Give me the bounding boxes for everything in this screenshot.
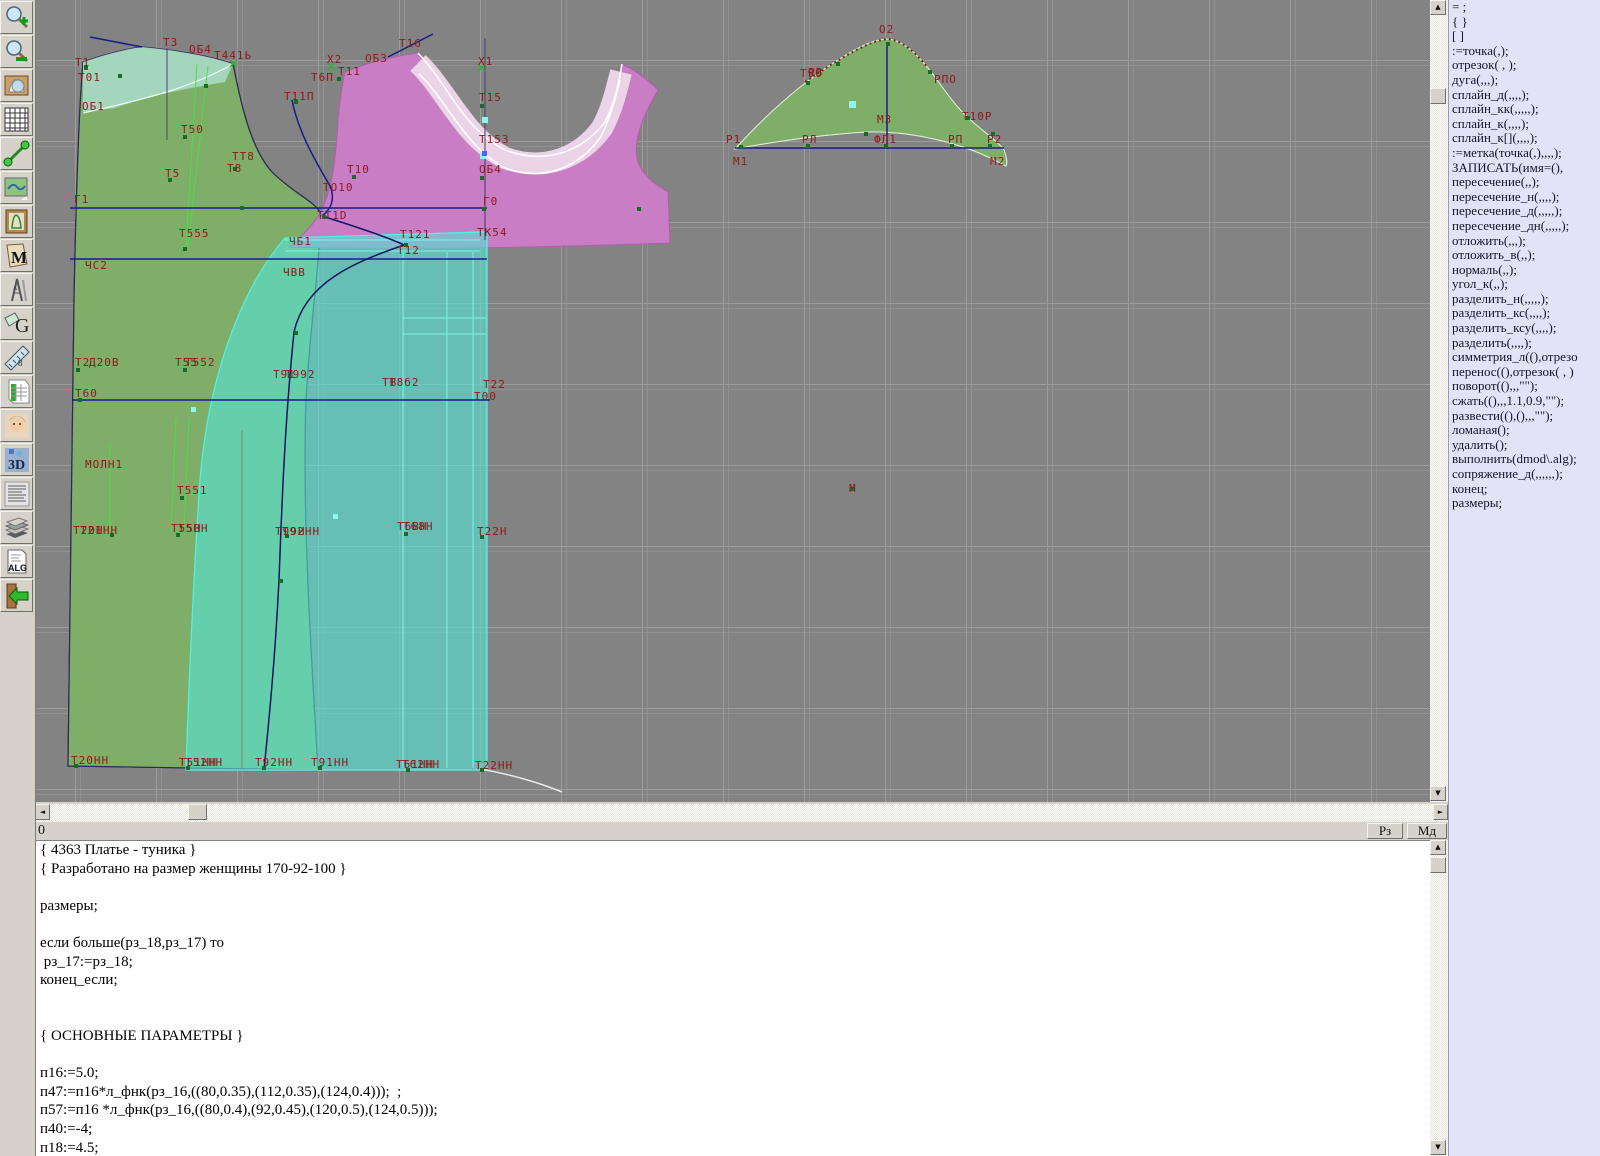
svg-text:G: G	[15, 315, 29, 337]
command-item[interactable]: сплайн_кк(,,,,,);	[1449, 102, 1600, 117]
editor-scroll-thumb[interactable]	[1430, 857, 1446, 873]
hscroll-thumb[interactable]	[188, 804, 207, 820]
svg-text:M: M	[11, 248, 27, 267]
size-table-button[interactable]	[0, 375, 33, 408]
command-item[interactable]: :=метка(точка(,),,,,);	[1449, 146, 1600, 161]
grading-g-button[interactable]: G	[0, 307, 33, 340]
scroll-right-icon[interactable]: ►	[1433, 804, 1448, 820]
command-item[interactable]: ЗАПИСАТЬ(имя=(),	[1449, 161, 1600, 176]
vscroll-thumb[interactable]	[1430, 88, 1446, 104]
command-item[interactable]: удалить();	[1449, 438, 1600, 453]
code-editor[interactable]: { 4363 Платье - туника }{ Разработано на…	[35, 840, 1430, 1156]
editor-line[interactable]	[35, 1008, 1430, 1027]
editor-line[interactable]: п40:=-4;	[35, 1120, 1430, 1139]
measure-line-button[interactable]	[0, 137, 33, 170]
command-item[interactable]: сплайн_к(,,,,);	[1449, 117, 1600, 132]
scroll-down-icon[interactable]: ▼	[1430, 1140, 1446, 1155]
command-item[interactable]: развести((),(),,,"");	[1449, 409, 1600, 424]
command-item[interactable]: разделить_н(,,,,,);	[1449, 292, 1600, 307]
blue-marker	[482, 151, 487, 156]
editor-line[interactable]: п47:=п16*л_фнк(рз_16,((80,0.35),(112,0.3…	[35, 1083, 1430, 1102]
editor-line[interactable]: { 4363 Платье - туника }	[35, 841, 1430, 860]
3d-view-button[interactable]: 3D	[0, 443, 33, 476]
editor-line[interactable]: размеры;	[35, 897, 1430, 916]
editor-line[interactable]: { Разработано на размер женщины 170-92-1…	[35, 860, 1430, 879]
editor-line[interactable]	[35, 990, 1430, 1009]
rz-button[interactable]: Рз	[1367, 823, 1403, 839]
text-list-button[interactable]	[0, 477, 33, 510]
books-button[interactable]	[0, 511, 33, 544]
command-item[interactable]: { }	[1449, 15, 1600, 30]
command-item[interactable]: сжать((),,,1.1,0.9,"");	[1449, 394, 1600, 409]
command-item[interactable]: пересечение_д(,,,,,);	[1449, 204, 1600, 219]
command-item[interactable]: сопряжение_д(,,,,,,);	[1449, 467, 1600, 482]
command-panel[interactable]: = ;{ }[ ]:=точка(,);отрезок( , );дуга(,,…	[1448, 0, 1600, 1156]
command-item[interactable]: = ;	[1449, 0, 1600, 15]
editor-line[interactable]	[35, 878, 1430, 897]
pattern-drawing	[0, 0, 1430, 802]
editor-line[interactable]: п18:=4.5;	[35, 1139, 1430, 1156]
svg-text:8: 8	[18, 358, 23, 368]
editor-line[interactable]: конец_если;	[35, 971, 1430, 990]
scroll-down-icon[interactable]: ▼	[1430, 786, 1446, 801]
canvas-vscrollbar[interactable]: ▲ ▼	[1430, 0, 1448, 802]
command-item[interactable]: симметрия_л((),отрезо	[1449, 350, 1600, 365]
editor-line[interactable]	[35, 1046, 1430, 1065]
pattern-frame-button[interactable]	[0, 205, 33, 238]
command-item[interactable]: выполнить(dmod\.alg);	[1449, 452, 1600, 467]
command-item[interactable]: дуга(,,,);	[1449, 73, 1600, 88]
md-button[interactable]: Мд	[1407, 823, 1447, 839]
pattern-m-button[interactable]: M	[0, 239, 33, 272]
command-item[interactable]: отрезок( , );	[1449, 58, 1600, 73]
command-item[interactable]: пересечение_н(,,,,);	[1449, 190, 1600, 205]
command-item[interactable]: сплайн_к[](,,,,);	[1449, 131, 1600, 146]
command-item[interactable]: сплайн_д(,,,,);	[1449, 88, 1600, 103]
command-item[interactable]: разделить_ксу(,,,,);	[1449, 321, 1600, 336]
svg-text:А: А	[13, 286, 18, 292]
scroll-up-icon[interactable]: ▲	[1430, 840, 1446, 855]
editor-line[interactable]: если больше(рз_18,рз_17) то	[35, 934, 1430, 953]
editor-line[interactable]: п16:=5.0;	[35, 1064, 1430, 1083]
command-item[interactable]: :=точка(,);	[1449, 44, 1600, 59]
svg-text:3D: 3D	[8, 458, 25, 473]
command-item[interactable]: ломаная();	[1449, 423, 1600, 438]
ruler-button[interactable]: 8	[0, 341, 33, 374]
command-item[interactable]: перенос((),отрезок( , )	[1449, 365, 1600, 380]
picture-button[interactable]	[0, 171, 33, 204]
status-value: 0	[38, 823, 45, 839]
app-window: Т1Т01ОБ1Т3ОБ4Т441ЬТ50ТТ8Т8Т5Г1Т555ЧС2Т2Д…	[0, 0, 1600, 1156]
command-item[interactable]: отложить(,,,);	[1449, 234, 1600, 249]
command-item[interactable]: отложить_в(,,);	[1449, 248, 1600, 263]
editor-line[interactable]	[35, 915, 1430, 934]
command-item[interactable]: нормаль(,,);	[1449, 263, 1600, 278]
svg-text:ALG: ALG	[8, 563, 27, 573]
command-item[interactable]: пересечение(,,);	[1449, 175, 1600, 190]
model-photo-button[interactable]	[0, 409, 33, 442]
scroll-up-icon[interactable]: ▲	[1430, 0, 1446, 15]
status-bar: 0 Рз Мд	[35, 822, 1448, 840]
canvas-hscrollbar[interactable]: ◄ ►	[35, 804, 1448, 822]
editor-line[interactable]: { ОСНОВНЫЕ ПАРАМЕТРЫ }	[35, 1027, 1430, 1046]
editor-line[interactable]: п57:=п16 *л_фнк(рз_16,((80,0.4),(92,0.45…	[35, 1101, 1430, 1120]
command-item[interactable]: [ ]	[1449, 29, 1600, 44]
command-item[interactable]: размеры;	[1449, 496, 1600, 511]
grid-button[interactable]	[0, 103, 33, 136]
left-toolbar: M А G 8 3D ALG	[0, 0, 36, 1156]
alg-file-button[interactable]: ALG	[0, 545, 33, 578]
zoom-in-button[interactable]	[0, 1, 33, 34]
command-item[interactable]: пересечение_дн(,,,,,);	[1449, 219, 1600, 234]
exit-button[interactable]	[0, 579, 33, 612]
zoom-out-button[interactable]	[0, 35, 33, 68]
view-piece-button[interactable]	[0, 69, 33, 102]
command-item[interactable]: поворот((),,,"");	[1449, 379, 1600, 394]
scroll-left-icon[interactable]: ◄	[35, 804, 50, 820]
editor-vscrollbar[interactable]: ▲ ▼	[1430, 840, 1448, 1156]
command-item[interactable]: конец;	[1449, 482, 1600, 497]
command-item[interactable]: угол_к(,,);	[1449, 277, 1600, 292]
command-item[interactable]: разделить(,,,,);	[1449, 336, 1600, 351]
editor-line[interactable]: рз_17:=рз_18;	[35, 953, 1430, 972]
command-item[interactable]: разделить_кс(,,,,);	[1449, 306, 1600, 321]
drafting-tools-button[interactable]: А	[0, 273, 33, 306]
